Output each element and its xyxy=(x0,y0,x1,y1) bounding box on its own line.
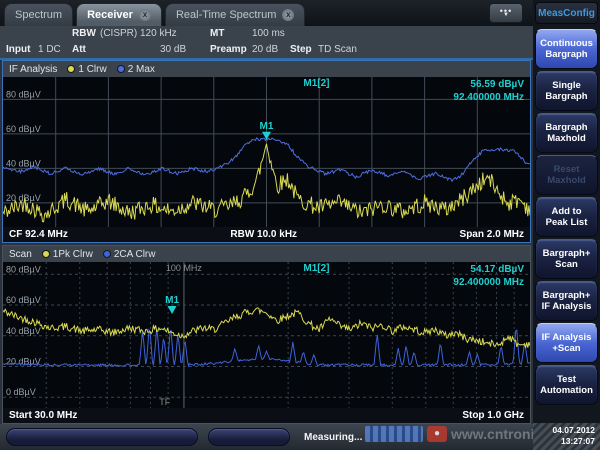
tab-real-time-spectrum[interactable]: Real-Time Spectrum x xyxy=(165,3,305,26)
start-frequency-field[interactable]: Start 30.0 MHz xyxy=(9,410,77,421)
svg-text:60 dBµV: 60 dBµV xyxy=(6,295,41,305)
marker-id-readout: M1[2] xyxy=(303,78,329,89)
svg-text:80 dBµV: 80 dBµV xyxy=(6,264,41,274)
input-label: Input xyxy=(6,44,30,55)
softkey-single-bargraph[interactable]: Single Bargraph xyxy=(535,71,598,111)
svg-text:100 MHz: 100 MHz xyxy=(166,263,203,273)
rbw-label: RBW xyxy=(72,28,96,39)
panel-title: IF Analysis xyxy=(9,64,57,75)
scan-panel: Scan 1Pk Clrw 2CA Clrw 100 MHz 80 dBµV 60 … xyxy=(2,245,531,424)
marker-frequency: 92.400000 MHz xyxy=(453,276,524,289)
marker-id-readout: M1[2] xyxy=(303,263,329,274)
scan-title-bar: Scan 1Pk Clrw 2CA Clrw xyxy=(3,246,530,262)
tab-overflow-button[interactable]: ••• ▼ xyxy=(489,3,523,23)
close-icon[interactable]: x xyxy=(139,9,151,21)
legend-trace1[interactable]: 1 Clrw xyxy=(67,64,106,75)
att-label: Att xyxy=(72,44,86,55)
date-text: 04.07.2012 xyxy=(533,425,595,436)
softkey-add-to-peak-list[interactable]: Add to Peak List xyxy=(535,197,598,237)
legend-trace2[interactable]: 2 Max xyxy=(117,64,155,75)
marker-frequency: 92.400000 MHz xyxy=(453,91,524,104)
tab-receiver[interactable]: Receiver x xyxy=(76,3,162,26)
rbw-value[interactable]: (CISPR) 120 kHz xyxy=(100,28,177,39)
svg-text:40 dBµV: 40 dBµV xyxy=(6,326,41,336)
status-button-1[interactable] xyxy=(6,428,198,446)
status-bar: Measuring... ● www.cntronics.com xyxy=(0,424,533,450)
tab-label: Real-Time Spectrum xyxy=(176,9,276,21)
legend-label: 1Pk Clrw xyxy=(53,249,93,260)
if-analysis-footer: CF 92.4 MHz RBW 10.0 kHz Span 2.0 MHz xyxy=(3,227,530,242)
softkey-list: Continuous Bargraph Single Bargraph Barg… xyxy=(535,29,598,405)
step-value[interactable]: TD Scan xyxy=(318,44,357,55)
softkey-test-automation[interactable]: Test Automation xyxy=(535,365,598,405)
tab-spectrum[interactable]: Spectrum xyxy=(4,3,73,26)
rbw-field[interactable]: RBW 10.0 kHz xyxy=(68,229,460,240)
legend-label: 1 Clrw xyxy=(78,64,106,75)
svg-text:60 dBµV: 60 dBµV xyxy=(6,124,41,134)
measuring-status: Measuring... xyxy=(304,432,362,443)
tab-bar: Spectrum Receiver x Real-Time Spectrum x… xyxy=(0,0,533,26)
input-value[interactable]: 1 DC xyxy=(38,44,61,55)
if-analysis-title-bar: IF Analysis 1 Clrw 2 Max xyxy=(3,61,530,77)
close-icon[interactable]: x xyxy=(282,9,294,21)
mt-value[interactable]: 100 ms xyxy=(252,28,285,39)
preamp-label: Preamp xyxy=(210,44,247,55)
legend-label: 2 Max xyxy=(128,64,155,75)
time-text: 13:27:07 xyxy=(533,436,595,447)
mt-label: MT xyxy=(210,28,224,39)
step-label: Step xyxy=(290,44,312,55)
chevron-down-icon: ▼ xyxy=(503,14,509,18)
trace1-color-dot-icon xyxy=(42,250,50,258)
svg-text:0 dBµV: 0 dBµV xyxy=(6,387,36,397)
instrument-screen: Spectrum Receiver x Real-Time Spectrum x… xyxy=(0,0,600,450)
svg-text:80 dBµV: 80 dBµV xyxy=(6,89,41,99)
tab-label: Receiver xyxy=(87,9,133,21)
svg-text:TF: TF xyxy=(159,397,170,407)
softkey-bargraph-maxhold[interactable]: Bargraph Maxhold xyxy=(535,113,598,153)
att-value[interactable]: 30 dB xyxy=(160,44,186,55)
softkey-sidebar: MeasConfig Continuous Bargraph Single Ba… xyxy=(533,0,600,450)
scan-plot[interactable]: 100 MHz80 dBµV60 dBµV40 dBµV20 dBµV0 dBµ… xyxy=(3,262,530,408)
marker-level: 54.17 dBµV xyxy=(453,263,524,276)
status-button-2[interactable] xyxy=(208,428,290,446)
stop-frequency-field[interactable]: Stop 1.0 GHz xyxy=(462,410,524,421)
legend-label: 2CA Clrw xyxy=(114,249,156,260)
if-analysis-plot[interactable]: 80 dBµV60 dBµV40 dBµV20 dBµVM1 M1[2] 56.… xyxy=(3,77,530,227)
span-field[interactable]: Span 2.0 MHz xyxy=(460,229,524,240)
settings-header: RBW (CISPR) 120 kHz MT 100 ms Input 1 DC… xyxy=(0,26,533,60)
center-frequency-field[interactable]: CF 92.4 MHz xyxy=(9,229,68,240)
svg-text:M1: M1 xyxy=(165,295,179,306)
watermark-bars-icon xyxy=(365,426,423,442)
preamp-value[interactable]: 20 dB xyxy=(252,44,278,55)
legend-trace2[interactable]: 2CA Clrw xyxy=(103,249,156,260)
panel-title: Scan xyxy=(9,249,32,260)
if-analysis-panel: IF Analysis 1 Clrw 2 Max 80 dBµV60 dBµV4… xyxy=(2,60,531,243)
softkey-reset-maxhold: Reset Maxhold xyxy=(535,155,598,195)
softkey-if-analysis-scan[interactable]: IF Analysis +Scan xyxy=(535,323,598,363)
softkey-menu-title: MeasConfig xyxy=(535,2,598,24)
marker-readout: 56.59 dBµV 92.400000 MHz xyxy=(453,78,524,104)
legend-trace1[interactable]: 1Pk Clrw xyxy=(42,249,93,260)
trace2-color-dot-icon xyxy=(117,65,125,73)
softkey-continuous-bargraph[interactable]: Continuous Bargraph xyxy=(535,29,598,69)
marker-level: 56.59 dBµV xyxy=(453,78,524,91)
trace1-color-dot-icon xyxy=(67,65,75,73)
trace2-color-dot-icon xyxy=(103,250,111,258)
watermark-logo-icon: ● xyxy=(427,426,447,442)
softkey-bargraph-scan[interactable]: Bargraph+ Scan xyxy=(535,239,598,279)
tab-label: Spectrum xyxy=(15,9,62,21)
marker-readout: 54.17 dBµV 92.400000 MHz xyxy=(453,263,524,289)
datetime-display: 04.07.2012 13:27:07 xyxy=(533,423,600,450)
softkey-bargraph-if-analysis[interactable]: Bargraph+ IF Analysis xyxy=(535,281,598,321)
svg-text:20 dBµV: 20 dBµV xyxy=(6,193,41,203)
svg-text:M1: M1 xyxy=(260,121,274,132)
scan-footer: Start 30.0 MHz Stop 1.0 GHz xyxy=(3,408,530,423)
